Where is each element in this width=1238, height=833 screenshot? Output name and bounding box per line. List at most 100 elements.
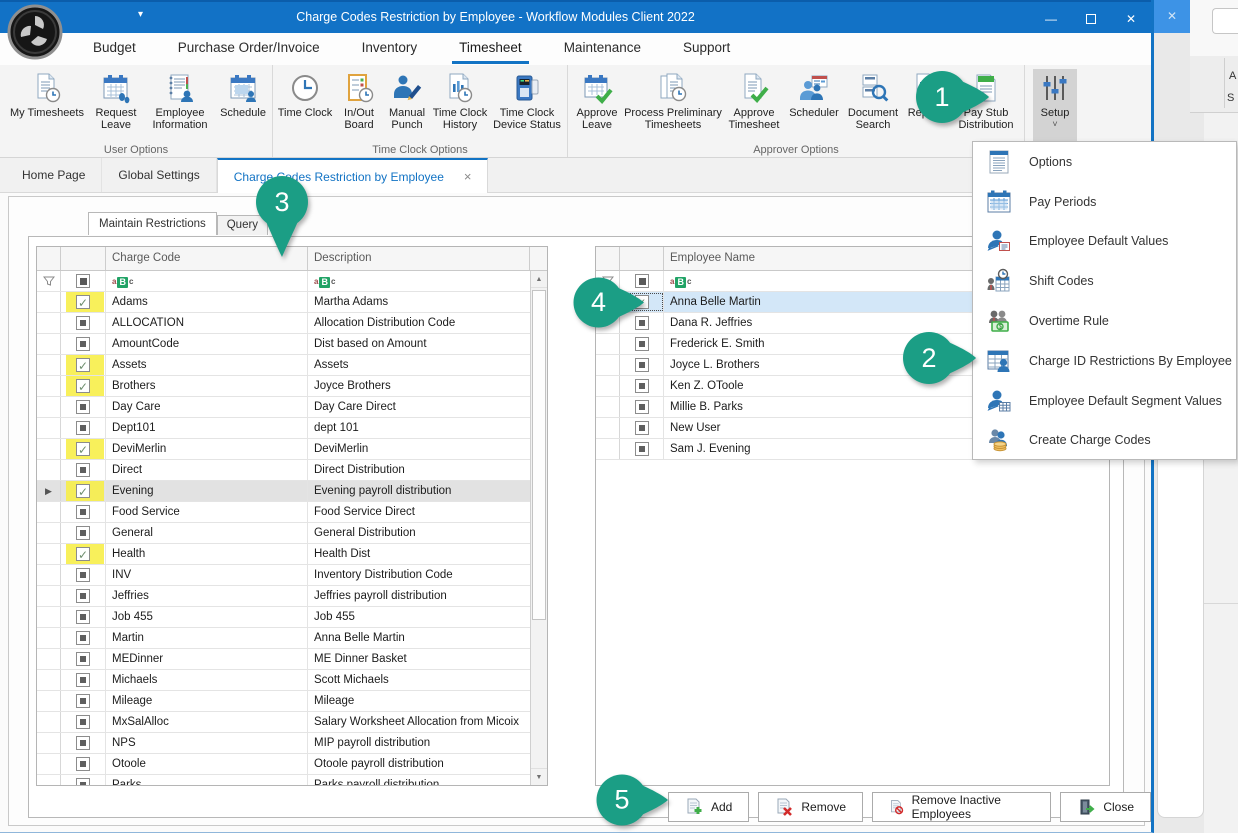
charge-code-cell[interactable]: Assets [106,355,308,375]
charge-code-row[interactable]: ▶ Dept101 dept 101 [37,418,530,439]
app-logo-icon[interactable] [7,4,63,60]
description-cell[interactable]: Direct Distribution [308,460,530,480]
menu-item-overtime-rule[interactable]: $ Overtime Rule [973,301,1236,341]
row-checkbox-cell[interactable] [61,502,106,522]
charge-code-cell[interactable]: NPS [106,733,308,753]
description-cell[interactable]: MIP payroll distribution [308,733,530,753]
description-cell[interactable]: Jeffries payroll distribution [308,586,530,606]
description-cell[interactable]: Food Service Direct [308,502,530,522]
employee-information-button[interactable]: Employee Information [144,69,216,131]
time-clock-button[interactable]: Time Clock [275,69,335,119]
filter-charge-code-cell[interactable]: aBc [106,271,308,291]
time-clock-history-button[interactable]: Time Clock History [431,69,489,131]
row-checkbox-cell[interactable] [620,439,664,459]
menu-item-pay-periods[interactable]: Pay Periods [973,182,1236,222]
approve-leave-button[interactable]: Approve Leave [570,69,624,131]
filter-description-cell[interactable]: aBc [308,271,530,291]
charge-code-row[interactable]: ▶ NPS MIP payroll distribution [37,733,530,754]
charge-code-cell[interactable]: Otoole [106,754,308,774]
description-cell[interactable]: Anna Belle Martin [308,628,530,648]
row-checkbox-cell[interactable] [61,334,106,354]
charge-code-row[interactable]: ▶ DeviMerlin DeviMerlin [37,439,530,460]
add-button[interactable]: Add [668,792,749,822]
setup-button[interactable]: Setup ˅ [1033,69,1077,142]
tab-home-page[interactable]: Home Page [6,158,102,192]
vertical-scrollbar[interactable]: ▲ ▼ [530,271,547,785]
row-checkbox-cell[interactable] [61,607,106,627]
menu-tab-budget[interactable]: Budget [72,33,157,65]
menu-item-employee-default-values[interactable]: Employee Default Values [973,222,1236,262]
description-cell[interactable]: Health Dist [308,544,530,564]
menu-item-shift-codes[interactable]: Shift Codes [973,261,1236,301]
charge-code-row[interactable]: ▶ Assets Assets [37,355,530,376]
charge-code-cell[interactable]: Brothers [106,376,308,396]
time-clock-device-status-button[interactable]: Time Clock Device Status [489,69,565,131]
row-checkbox-cell[interactable] [61,565,106,585]
background-close-icon[interactable]: ✕ [1167,9,1177,23]
charge-code-cell[interactable]: Jeffries [106,586,308,606]
description-cell[interactable]: Joyce Brothers [308,376,530,396]
menu-tab-maintenance[interactable]: Maintenance [543,33,662,65]
row-checkbox-cell[interactable] [61,292,106,312]
row-checkbox-cell[interactable] [61,376,106,396]
minimize-button[interactable]: — [1031,2,1071,35]
description-cell[interactable]: General Distribution [308,523,530,543]
menu-item-charge-id-restrictions-by-employee[interactable]: Charge ID Restrictions By Employee [973,341,1236,381]
maximize-button[interactable] [1071,2,1111,35]
charge-code-cell[interactable]: Direct [106,460,308,480]
charge-code-row[interactable]: ▶ Jeffries Jeffries payroll distribution [37,586,530,607]
row-checkbox-cell[interactable] [61,460,106,480]
charge-code-row[interactable]: ▶ Parks Parks payroll distribution [37,775,530,785]
row-checkbox-cell[interactable] [61,355,106,375]
remove-button[interactable]: Remove [758,792,863,822]
row-checkbox-cell[interactable] [61,754,106,774]
row-checkbox-cell[interactable] [61,397,106,417]
description-cell[interactable]: Allocation Distribution Code [308,313,530,333]
header-checkbox-cell[interactable] [620,247,664,270]
charge-code-row[interactable]: ▶ Direct Direct Distribution [37,460,530,481]
schedule-button[interactable]: Schedule [216,69,270,119]
charge-code-cell[interactable]: MEDinner [106,649,308,669]
charge-code-cell[interactable]: Day Care [106,397,308,417]
description-cell[interactable]: Evening payroll distribution [308,481,530,501]
charge-code-row[interactable]: ▶ Evening Evening payroll distribution [37,481,530,502]
menu-item-create-charge-codes[interactable]: Create Charge Codes [973,421,1236,461]
row-checkbox-cell[interactable] [61,628,106,648]
charge-code-row[interactable]: ▶ Martin Anna Belle Martin [37,628,530,649]
row-checkbox-cell[interactable] [620,397,664,417]
menu-item-options[interactable]: Options [973,142,1236,182]
charge-code-row[interactable]: ▶ Brothers Joyce Brothers [37,376,530,397]
app-menu-caret-icon[interactable]: ▾ [138,9,143,20]
close-button[interactable]: ✕ [1111,2,1151,35]
charge-code-row[interactable]: ▶ Adams Martha Adams [37,292,530,313]
row-checkbox-cell[interactable] [620,334,664,354]
charge-code-row[interactable]: ▶ General General Distribution [37,523,530,544]
description-cell[interactable]: Mileage [308,691,530,711]
scroll-down-arrow-icon[interactable]: ▼ [531,768,547,785]
description-cell[interactable]: Scott Michaels [308,670,530,690]
remove-inactive-employees-button[interactable]: Remove Inactive Employees [872,792,1051,822]
column-header-description[interactable]: Description [308,247,530,270]
document-search-button[interactable]: Document Search [842,69,904,131]
filter-checkbox-cell[interactable] [61,271,106,291]
description-cell[interactable]: Assets [308,355,530,375]
charge-code-row[interactable]: ▶ INV Inventory Distribution Code [37,565,530,586]
row-checkbox-cell[interactable] [61,691,106,711]
description-cell[interactable]: Inventory Distribution Code [308,565,530,585]
charge-code-cell[interactable]: Parks [106,775,308,785]
charge-code-cell[interactable]: INV [106,565,308,585]
row-checkbox-cell[interactable] [61,586,106,606]
process-preliminary-timesheets-button[interactable]: Process Preliminary Timesheets [624,69,722,131]
row-checkbox-cell[interactable] [61,712,106,732]
tab-global-settings[interactable]: Global Settings [102,158,216,192]
charge-code-row[interactable]: ▶ MxSalAlloc Salary Worksheet Allocation… [37,712,530,733]
charge-code-cell[interactable]: Health [106,544,308,564]
charge-code-cell[interactable]: Job 455 [106,607,308,627]
charge-code-cell[interactable]: Martin [106,628,308,648]
charge-code-row[interactable]: ▶ Michaels Scott Michaels [37,670,530,691]
tab-close-icon[interactable]: × [464,169,472,184]
row-checkbox-cell[interactable] [61,523,106,543]
row-checkbox-cell[interactable] [61,670,106,690]
description-cell[interactable]: Martha Adams [308,292,530,312]
row-checkbox-cell[interactable] [61,649,106,669]
